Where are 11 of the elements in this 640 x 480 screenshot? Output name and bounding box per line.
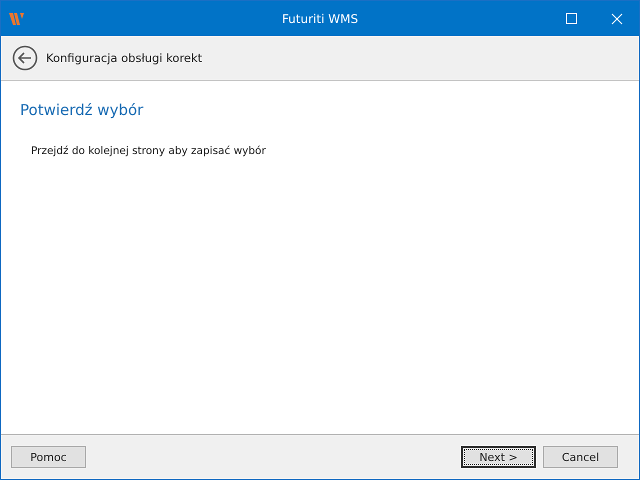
app-logo-icon (9, 12, 25, 26)
back-icon[interactable] (12, 45, 38, 71)
close-icon[interactable] (610, 12, 622, 24)
dialog-button[interactable]: Next > (461, 446, 536, 468)
maximize-icon[interactable] (566, 13, 577, 24)
section-heading: Potwierdź wybór (20, 101, 144, 119)
instruction-text: Przejdź do kolejnej strony aby zapisać wybór (31, 145, 267, 157)
page-title: Konfiguracja obsługi korekt (46, 51, 202, 65)
dialog-button[interactable]: Pomoc (11, 446, 86, 468)
window-title: Futuriti WMS (282, 12, 358, 26)
dialog-button[interactable]: Cancel (543, 446, 618, 468)
